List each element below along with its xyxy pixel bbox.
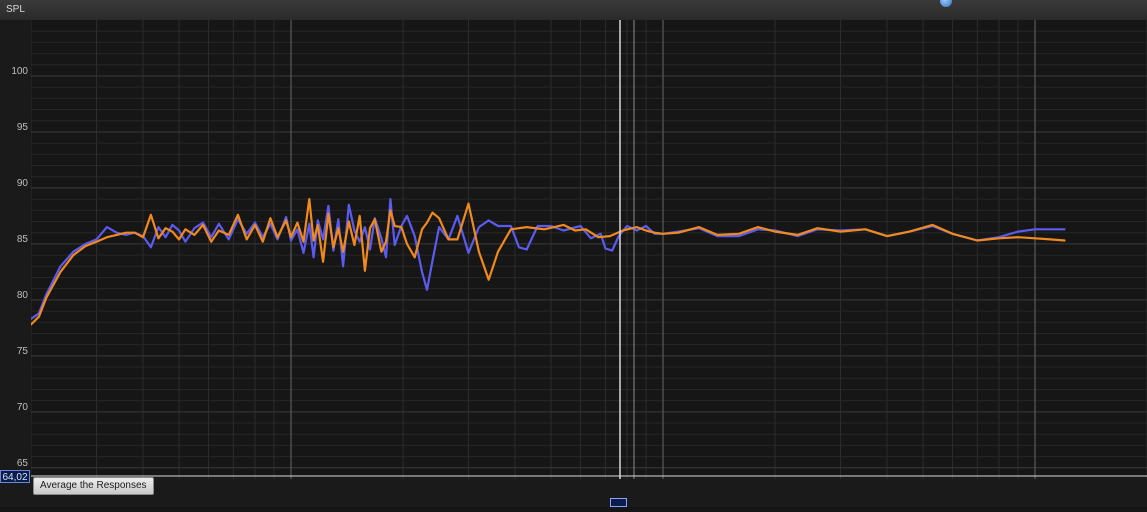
y-axis-ticks: 65 70 75 80 85 90 95 100 [11, 66, 29, 469]
average-responses-button[interactable]: Average the Responses [33, 477, 154, 495]
y-tick-label: 70 [17, 402, 29, 413]
grid-major-lines [31, 20, 1147, 479]
y-tick-label: 95 [17, 122, 29, 133]
cursor-frequency-marker[interactable] [610, 498, 627, 507]
series-line-1 [29, 198, 1066, 320]
series-line-2 [29, 198, 1066, 326]
status-orb-icon [940, 0, 952, 7]
y-tick-label: 100 [11, 66, 28, 77]
x-axis-strip [0, 479, 1147, 507]
frequency-response-plot[interactable] [0, 0, 1147, 507]
y-tick-label: 75 [17, 346, 29, 357]
spl-axis-title: SPL [6, 4, 25, 15]
spl-readout: 64,02 [0, 470, 30, 483]
grid-minor-lines [30, 20, 1147, 480]
y-tick-label: 65 [17, 458, 29, 469]
series-layer [29, 198, 1066, 326]
y-tick-label: 80 [17, 290, 29, 301]
y-tick-label: 90 [17, 178, 29, 189]
y-axis-panel: 65 70 75 80 85 90 95 100 [0, 20, 31, 507]
y-tick-label: 85 [17, 234, 29, 245]
titlebar: SPL [0, 0, 1147, 20]
